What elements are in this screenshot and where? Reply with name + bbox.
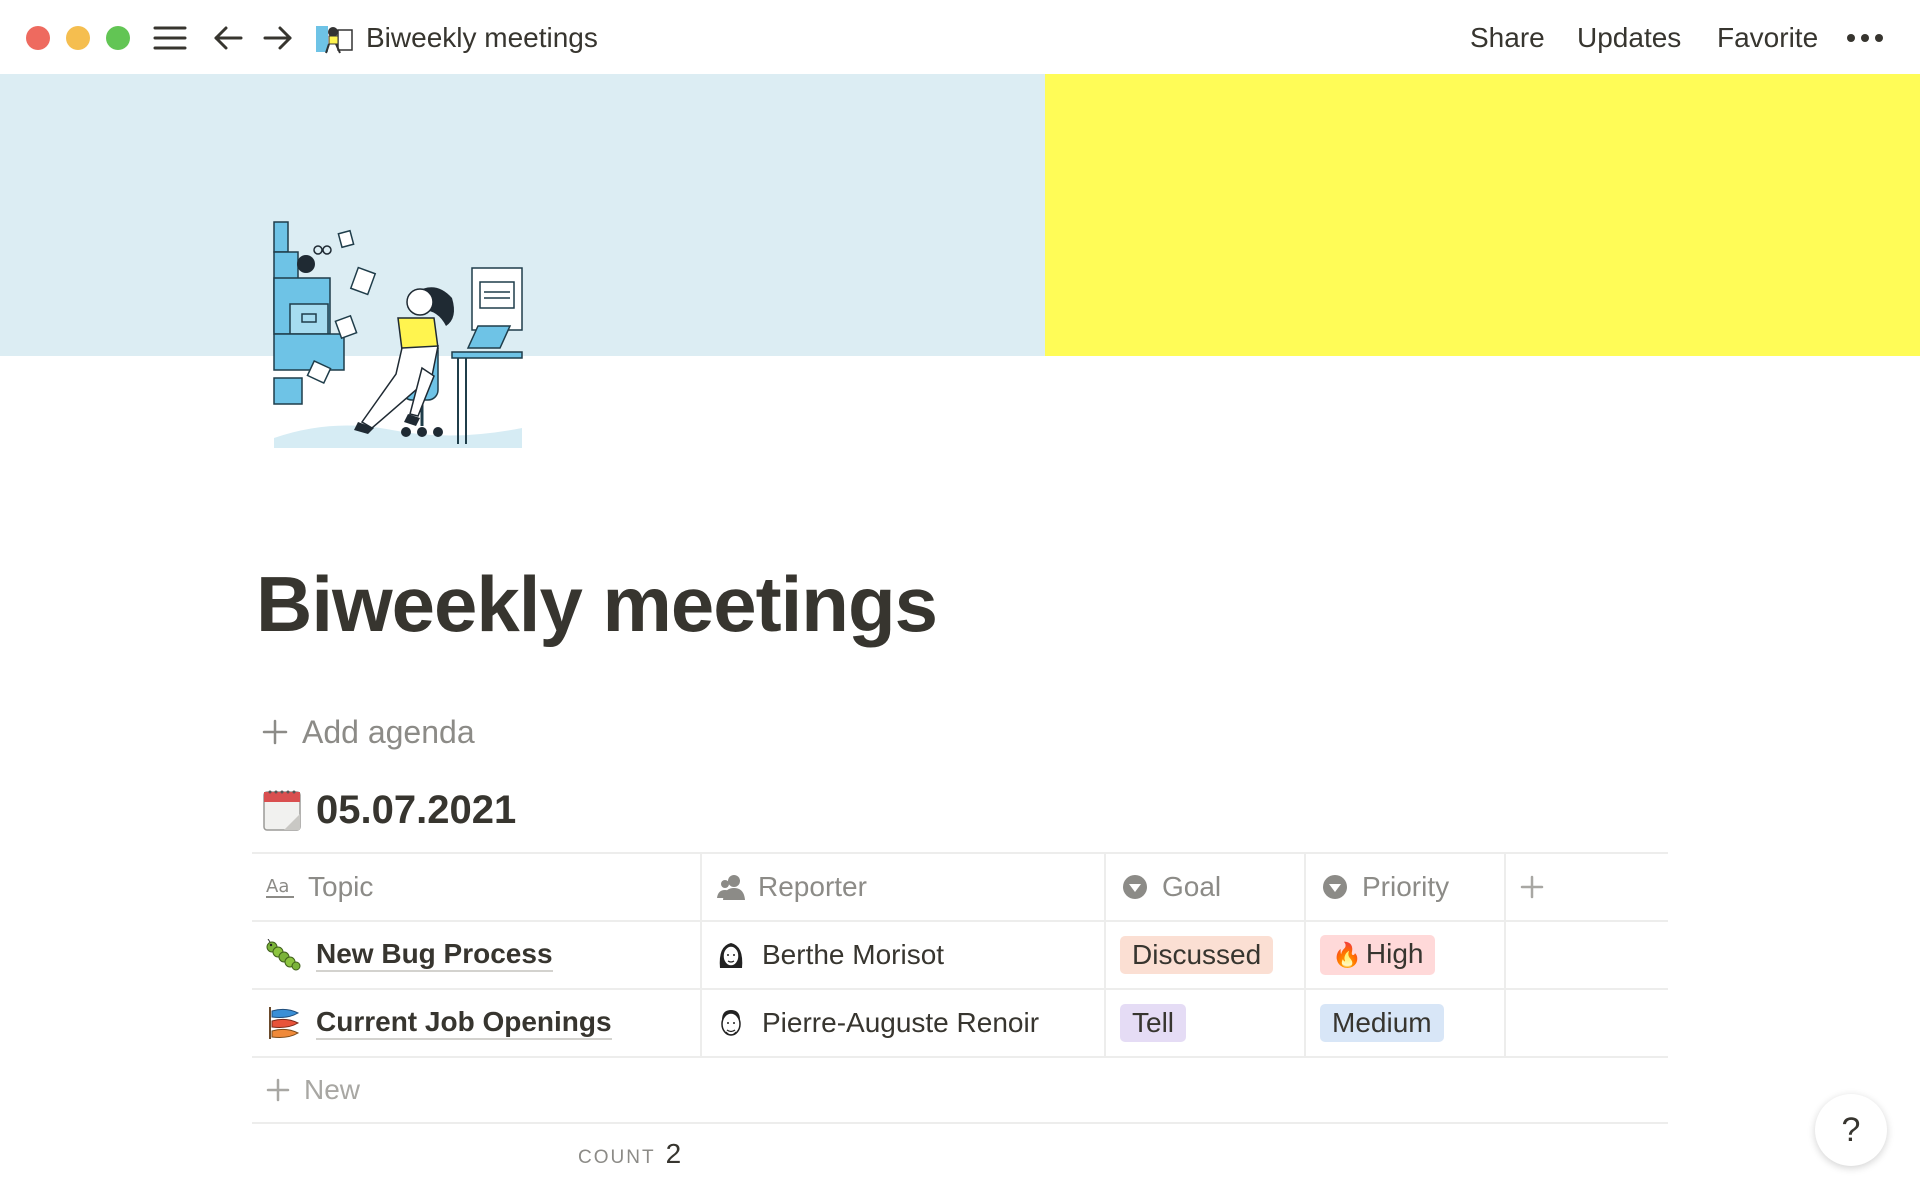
add-agenda-button[interactable]: Add agenda — [262, 712, 475, 752]
fish-icon — [269, 1007, 300, 1039]
topic-cell[interactable]: Current Job Openings — [252, 990, 702, 1056]
count-value: 2 — [665, 1138, 682, 1169]
goal-cell[interactable]: Tell — [1106, 990, 1306, 1056]
plus-icon — [1520, 875, 1544, 899]
column-label: Priority — [1362, 871, 1450, 902]
column-label: Goal — [1162, 871, 1222, 902]
priority-tag: 🔥 High — [1320, 935, 1436, 975]
reporter-name: Pierre-Auguste Renoir — [762, 1007, 1040, 1038]
avatar — [721, 1010, 741, 1036]
title-bar: Biweekly meetings Share Updates Favorite — [0, 0, 1920, 74]
fire-icon: 🔥 — [1332, 942, 1362, 969]
select-property-icon — [1320, 872, 1350, 902]
help-button[interactable]: ? — [1815, 1094, 1887, 1166]
person-property-icon — [716, 872, 746, 902]
back-arrow-icon[interactable] — [210, 20, 246, 56]
topic-cell[interactable]: New Bug Process — [252, 922, 702, 988]
column-label: Topic — [308, 871, 374, 902]
database-title-text: 05.07.2021 — [316, 788, 517, 832]
plus-icon — [262, 719, 288, 745]
share-button[interactable]: Share — [1470, 18, 1545, 58]
select-property-icon — [1120, 872, 1150, 902]
page-illustration-icon — [314, 20, 354, 56]
page-icon-illustration[interactable] — [272, 218, 524, 448]
forward-arrow-icon[interactable] — [260, 20, 296, 56]
topic-title[interactable]: New Bug Process — [316, 938, 553, 972]
more-options-button[interactable] — [1846, 18, 1884, 69]
column-header-priority[interactable]: Priority — [1306, 854, 1506, 920]
calculation-count[interactable]: COUNT 2 — [578, 1138, 681, 1170]
goal-cell[interactable]: Discussed — [1106, 922, 1306, 988]
count-label: COUNT — [578, 1147, 656, 1168]
close-window-button[interactable] — [26, 26, 50, 50]
updates-button[interactable]: Updates — [1577, 18, 1681, 58]
window-title: Biweekly meetings — [366, 22, 598, 53]
database-title[interactable]: 05.07.2021 — [262, 784, 516, 836]
table-header-row: Aa Topic Reporter Goal Priority — [252, 852, 1668, 922]
empty-cell[interactable] — [1506, 990, 1668, 1056]
priority-cell[interactable]: Medium — [1306, 990, 1506, 1056]
text-property-icon: Aa — [266, 872, 296, 902]
sidebar-menu-icon[interactable] — [152, 20, 188, 56]
column-header-goal[interactable]: Goal — [1106, 854, 1306, 920]
priority-tag: Medium — [1320, 1004, 1444, 1042]
calendar-icon — [263, 790, 301, 831]
plus-icon — [266, 1078, 290, 1102]
reporter-name: Berthe Morisot — [762, 939, 945, 970]
reporter-cell[interactable]: Berthe Morisot — [702, 922, 1106, 988]
goal-tag: Discussed — [1120, 936, 1274, 974]
add-agenda-label: Add agenda — [302, 714, 475, 750]
topic-title[interactable]: Current Job Openings — [316, 1006, 612, 1040]
column-header-reporter[interactable]: Reporter — [702, 854, 1106, 920]
priority-label: High — [1365, 938, 1424, 969]
new-row-label: New — [304, 1074, 361, 1105]
priority-cell[interactable]: 🔥 High — [1306, 922, 1506, 988]
reporter-cell[interactable]: Pierre-Auguste Renoir — [702, 990, 1106, 1056]
empty-cell[interactable] — [1506, 922, 1668, 988]
cover-yellow-block — [1045, 74, 1920, 356]
table-row[interactable]: Current Job Openings Pierre-Auguste Reno… — [252, 990, 1668, 1058]
new-row-button[interactable]: New — [252, 1058, 1668, 1124]
caterpillar-icon — [266, 939, 301, 971]
goal-tag: Tell — [1120, 1004, 1187, 1042]
column-header-topic[interactable]: Aa Topic — [252, 854, 702, 920]
add-property-button[interactable] — [1506, 854, 1668, 920]
page-title[interactable]: Biweekly meetings — [256, 556, 938, 652]
column-label: Reporter — [758, 871, 867, 902]
table-row[interactable]: New Bug Process Berthe Morisot Discussed… — [252, 922, 1668, 990]
maximize-window-button[interactable] — [106, 26, 130, 50]
avatar — [719, 943, 743, 968]
svg-text:Aa: Aa — [266, 876, 289, 897]
meetings-table: Aa Topic Reporter Goal Priority New Bug … — [252, 852, 1668, 1124]
minimize-window-button[interactable] — [66, 26, 90, 50]
favorite-button[interactable]: Favorite — [1717, 18, 1818, 58]
